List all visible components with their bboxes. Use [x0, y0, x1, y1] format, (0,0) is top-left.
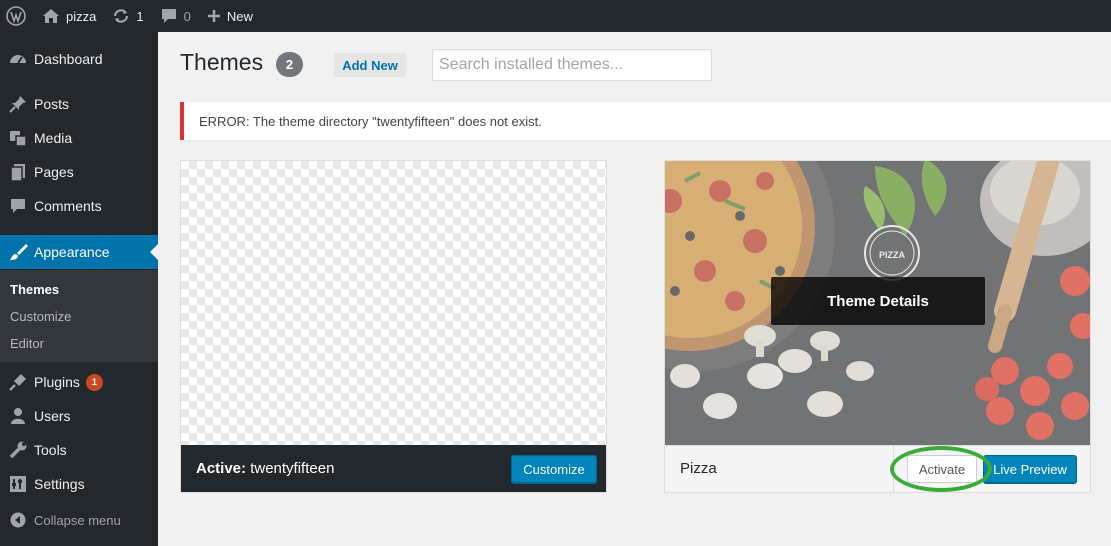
pages-icon	[8, 162, 28, 182]
dashboard-icon	[8, 49, 28, 69]
new-content-link[interactable]: New	[199, 0, 261, 32]
new-label: New	[226, 8, 253, 24]
sidebar-label: Settings	[34, 476, 85, 492]
error-notice-text: ERROR: The theme directory "twentyfiftee…	[199, 113, 542, 129]
appearance-submenu: Themes Customize Editor	[0, 270, 158, 362]
sidebar-label: Pages	[34, 164, 74, 180]
updates-count: 1	[136, 8, 144, 24]
sidebar-label: Users	[34, 408, 71, 424]
theme-name-text: twentyfifteen	[250, 460, 335, 477]
pin-icon	[8, 94, 28, 114]
media-icon	[8, 128, 28, 148]
sidebar-item-comments[interactable]: Comments	[0, 189, 158, 223]
submenu-item-customize[interactable]: Customize	[10, 309, 71, 324]
collapse-menu-label: Collapse menu	[34, 512, 121, 528]
comment-bubble-icon	[160, 7, 178, 25]
sidebar-item-settings[interactable]: Settings	[0, 467, 158, 501]
admin-sidebar: Dashboard Posts Media Pages Comments App…	[0, 32, 158, 546]
sidebar-label: Appearance	[34, 244, 110, 260]
error-notice: ERROR: The theme directory "twentyfiftee…	[180, 102, 1111, 140]
home-icon	[42, 8, 60, 24]
active-prefix: Active:	[196, 460, 247, 477]
page-title: Themes	[180, 49, 264, 75]
user-icon	[8, 406, 28, 426]
activate-highlight-circle	[890, 446, 992, 492]
submenu-item-editor[interactable]: Editor	[10, 336, 44, 351]
theme-name: Active: twentyfifteen	[196, 460, 334, 477]
collapse-arrow-icon	[8, 510, 28, 530]
sidebar-label: Tools	[34, 442, 67, 458]
theme-screenshot-pizza[interactable]: PIZZA Theme Details	[665, 161, 1090, 445]
theme-card-twentyfifteen[interactable]: Active: twentyfifteen Customize	[180, 160, 607, 493]
theme-details-button[interactable]: Theme Details	[771, 277, 985, 325]
site-name: pizza	[66, 8, 97, 24]
comments-link[interactable]: 0	[152, 0, 199, 32]
sidebar-label: Plugins	[34, 374, 80, 390]
sidebar-item-dashboard[interactable]: Dashboard	[0, 42, 158, 76]
settings-icon	[8, 474, 28, 494]
theme-footer: Pizza Live Preview Activate	[665, 445, 1090, 493]
plus-icon	[207, 9, 221, 23]
plugins-update-badge: 1	[85, 373, 103, 391]
sidebar-item-pages[interactable]: Pages	[0, 155, 158, 189]
sidebar-item-tools[interactable]: Tools	[0, 433, 158, 467]
admin-bar: pizza 1 0 New	[0, 0, 1111, 32]
collapse-menu-button[interactable]: Collapse menu	[0, 508, 158, 532]
sidebar-label: Posts	[34, 96, 70, 112]
search-themes-input[interactable]	[432, 49, 712, 81]
theme-screenshot-placeholder[interactable]	[181, 161, 606, 445]
comments-count: 0	[183, 8, 191, 24]
updates-link[interactable]: 1	[104, 0, 151, 32]
comment-icon	[8, 196, 28, 216]
wordpress-logo-icon[interactable]	[0, 0, 34, 32]
plug-icon	[8, 372, 28, 392]
updates-icon	[112, 7, 130, 25]
sidebar-label: Dashboard	[34, 51, 103, 67]
theme-card-pizza[interactable]: PIZZA Theme Details Pizza Live Preview A…	[664, 160, 1091, 493]
theme-name-text: Pizza	[680, 460, 717, 477]
brush-icon	[8, 242, 28, 262]
sidebar-item-appearance[interactable]: Appearance	[0, 235, 158, 269]
customize-button[interactable]: Customize	[511, 455, 597, 483]
sidebar-item-media[interactable]: Media	[0, 121, 158, 155]
theme-footer: Active: twentyfifteen Customize	[181, 445, 606, 492]
theme-count-badge: 2	[276, 52, 303, 77]
wrench-icon	[8, 440, 28, 460]
sidebar-label: Comments	[34, 198, 102, 214]
sidebar-item-users[interactable]: Users	[0, 399, 158, 433]
add-new-button[interactable]: Add New	[334, 53, 406, 77]
sidebar-item-plugins[interactable]: Plugins 1	[0, 365, 158, 399]
submenu-item-themes[interactable]: Themes	[10, 282, 59, 297]
site-name-link[interactable]: pizza	[34, 0, 104, 32]
sidebar-item-posts[interactable]: Posts	[0, 87, 158, 121]
live-preview-button[interactable]: Live Preview	[983, 455, 1077, 483]
sidebar-label: Media	[34, 130, 73, 146]
